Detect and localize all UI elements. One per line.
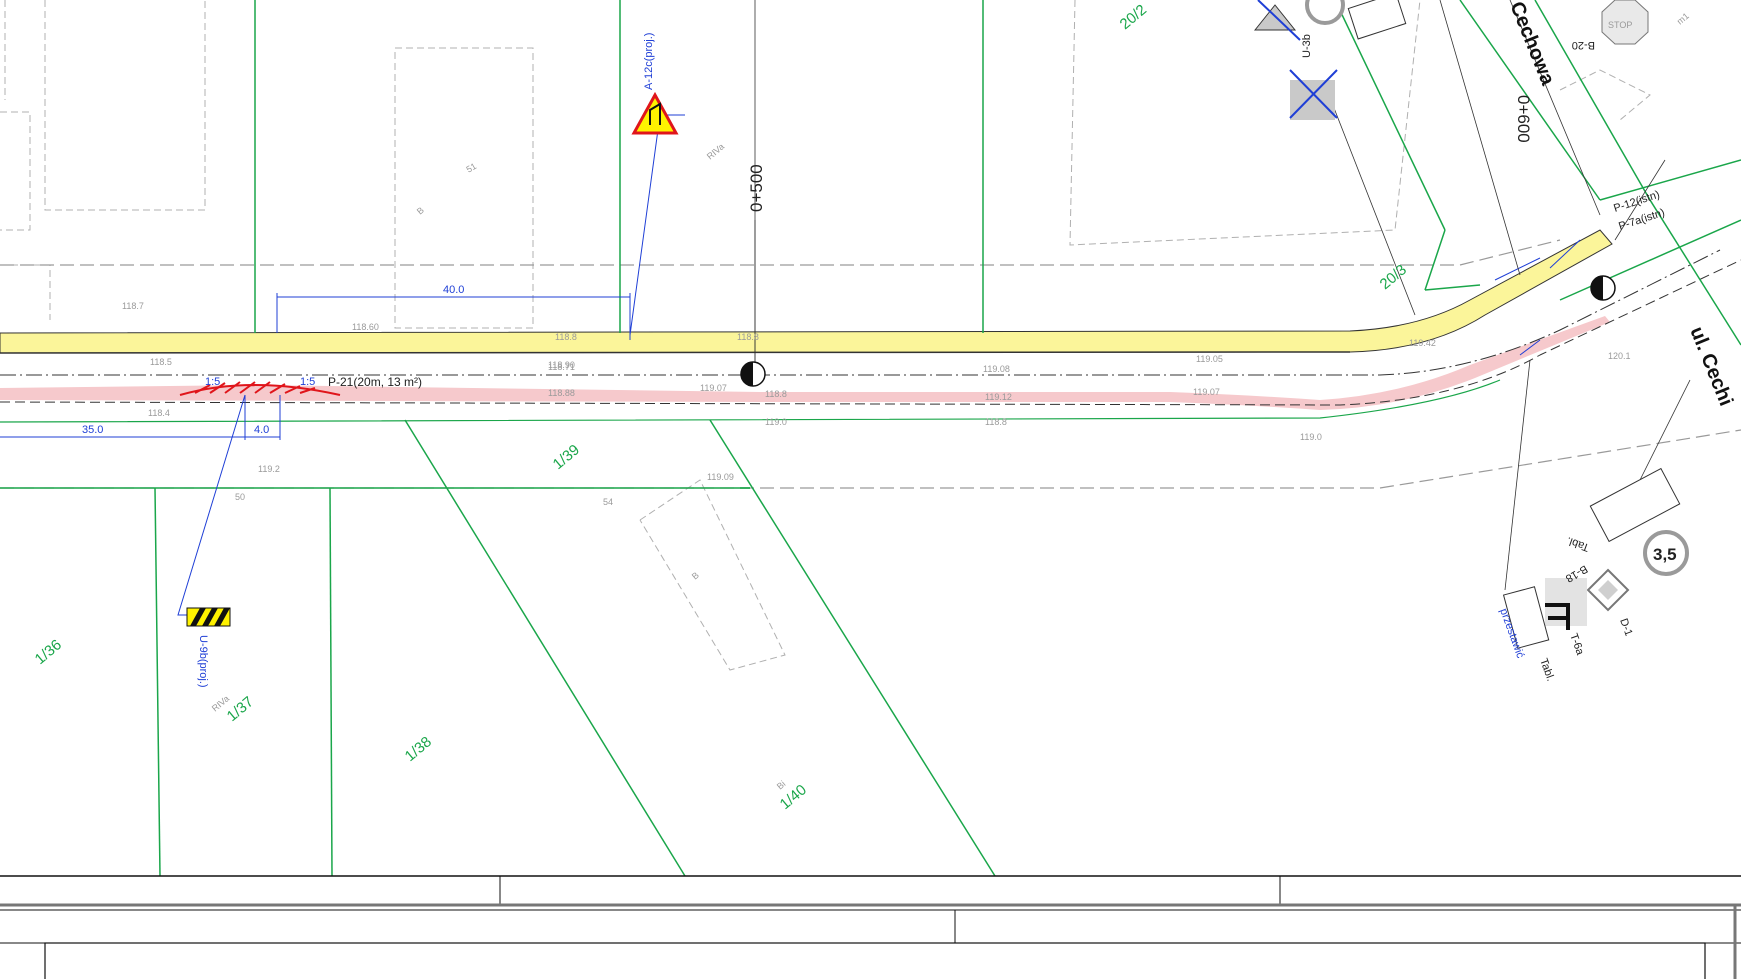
sign-t6a-label: T-6a <box>1567 632 1586 658</box>
slope-label-left: 1:5 <box>205 376 220 388</box>
weight-limit-sign-top-icon <box>1305 0 1345 25</box>
elevation-spot-label: 120.1 <box>1608 351 1631 361</box>
dimension-40: 40.0 <box>443 284 464 296</box>
land-use-rivo-1: RIVa <box>705 141 726 161</box>
parcel-label-20-2: 20/2 <box>1117 1 1150 33</box>
elevation-spot-label: 118.5 <box>150 357 172 367</box>
warning-sign-icon <box>631 91 679 135</box>
elevation-spot-label: 119.08 <box>983 364 1010 374</box>
sign-b20-label: B-20 <box>1572 39 1595 51</box>
dimension-lines <box>0 114 1581 616</box>
parcel-label-1-38: 1/38 <box>402 733 435 765</box>
chainage-label-600: 0+600 <box>1514 95 1533 143</box>
dimension-4: 4.0 <box>254 424 269 436</box>
elevation-spot-label: 118.8 <box>765 389 787 399</box>
elevation-spot-label: 119.2 <box>258 464 280 474</box>
weight-limit-value: 3,5 <box>1653 545 1677 564</box>
elevation-spot-label: 119.07 <box>700 383 727 393</box>
u9b-barrier-icon <box>186 607 231 627</box>
stop-sign-icon: STOP <box>1601 0 1649 45</box>
title-block-frame <box>0 875 1741 979</box>
stop-label: STOP <box>1608 20 1632 30</box>
sign-a12c-label: A-12c(proj.) <box>643 33 655 90</box>
elevation-spot-label: 118.7 <box>122 301 144 311</box>
elevation-spot-label: 118.88 <box>548 388 575 398</box>
d1-sign-icon <box>1586 568 1630 612</box>
dimension-35: 35.0 <box>82 424 103 436</box>
elevation-spot-label: 119.0 <box>765 417 787 427</box>
info-plate-top <box>1347 0 1407 40</box>
parcel-label-1-37: 1/37 <box>224 693 257 725</box>
sidewalk-strip <box>0 229 1613 354</box>
chainage-label-500: 0+500 <box>747 164 766 212</box>
removed-sign-icon <box>1289 69 1338 120</box>
elevation-spot-label: 118.8 <box>555 332 577 342</box>
parcel-label-51: 51 <box>464 161 478 175</box>
land-use-b: B <box>415 205 426 217</box>
elevation-spot-label: 118.60 <box>352 322 379 332</box>
removed-sign-top-icon <box>1253 0 1301 41</box>
parcel-boundaries <box>0 0 1741 877</box>
parcel-label-50: 50 <box>235 492 245 502</box>
parcel-label-54: 54 <box>603 497 613 507</box>
slope-label-right: 1:5 <box>300 376 315 388</box>
road-plan-drawing: 3,5 STOP Cechowa ul. Cechi 0+500 0+600 5… <box>0 0 1741 979</box>
chainage-marker-600 <box>1590 275 1616 301</box>
elevation-spot-label: 118.8 <box>985 417 1007 427</box>
land-use-ba: B <box>690 570 701 582</box>
parcel-label-1-39: 1/39 <box>550 441 583 473</box>
sign-u3b-label: U-3b <box>1301 34 1313 58</box>
sign-u9b-label: U-9b(proj.) <box>197 635 209 688</box>
elevation-spot-label: 119.09 <box>707 472 734 482</box>
tabl-label-2: Tabl. <box>1537 657 1556 683</box>
elevation-spot-label: 119.07 <box>1193 387 1220 397</box>
marking-p21-label: P-21(20m, 13 m²) <box>328 375 422 389</box>
chainage-marker-500 <box>740 361 766 387</box>
elevation-spot-label: 119.42 <box>1409 338 1436 348</box>
tabl-label-1: Tabl. <box>1565 534 1591 553</box>
t6a-sign-icon <box>1545 578 1587 630</box>
elevation-spot-label: 119.0 <box>1300 432 1322 442</box>
m1-label: m1 <box>1675 11 1691 27</box>
parcel-label-1-36: 1/36 <box>32 636 65 668</box>
elevation-spot-label: 119.12 <box>985 392 1012 402</box>
land-use-bi: Bi <box>775 779 788 792</box>
street-name-cechowa-right: ul. Cechi <box>1685 324 1737 410</box>
sign-d1-label: D-1 <box>1617 617 1634 638</box>
elevation-spot-label: 118.4 <box>148 408 170 418</box>
elevation-spot-label: 119.05 <box>1196 354 1223 364</box>
elevation-spot-label: 118.71 <box>548 362 575 372</box>
weight-limit-sign-icon: 3,5 <box>1643 530 1689 576</box>
elevation-spot-label: 118.8 <box>737 332 759 342</box>
leader-lines <box>754 0 1691 591</box>
